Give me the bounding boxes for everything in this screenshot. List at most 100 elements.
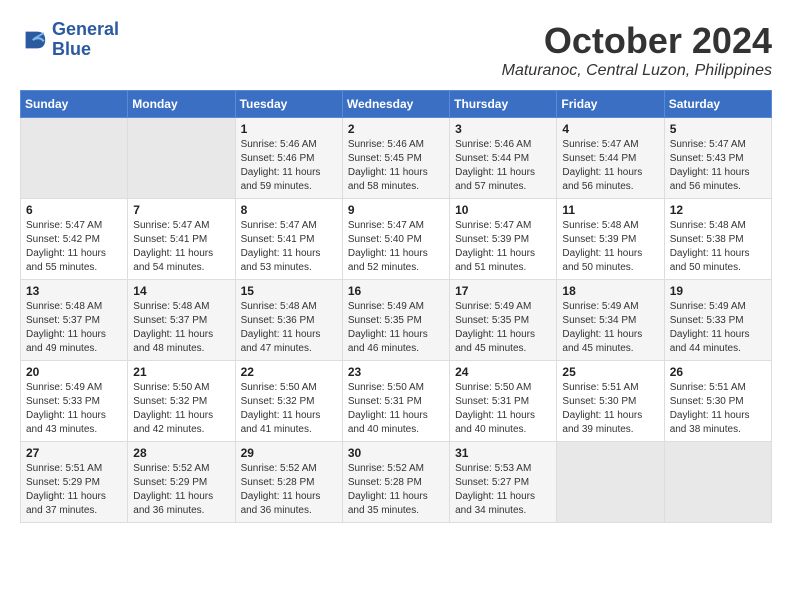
header-day-thursday: Thursday	[450, 91, 557, 118]
day-number: 17	[455, 284, 551, 298]
calendar-cell: 16 Sunrise: 5:49 AMSunset: 5:35 PMDayligh…	[342, 280, 449, 361]
calendar-cell: 22 Sunrise: 5:50 AMSunset: 5:32 PMDayligh…	[235, 361, 342, 442]
day-number: 20	[26, 365, 122, 379]
calendar-cell: 27 Sunrise: 5:51 AMSunset: 5:29 PMDayligh…	[21, 442, 128, 523]
calendar-cell: 7 Sunrise: 5:47 AMSunset: 5:41 PMDaylight…	[128, 199, 235, 280]
calendar-cell: 17 Sunrise: 5:49 AMSunset: 5:35 PMDayligh…	[450, 280, 557, 361]
calendar-cell: 12Sunrise: 5:48 AMSunset: 5:38 PMDayligh…	[664, 199, 771, 280]
day-info: Sunrise: 5:52 AMSunset: 5:29 PMDaylight:…	[133, 462, 229, 518]
day-number: 1	[241, 122, 337, 136]
day-number: 22	[241, 365, 337, 379]
day-number: 15	[241, 284, 337, 298]
day-number: 5	[670, 122, 766, 136]
calendar-cell: 25Sunrise: 5:51 AMSunset: 5:30 PMDayligh…	[557, 361, 664, 442]
day-info: Sunrise: 5:47 AMSunset: 5:43 PMDaylight:…	[670, 138, 766, 194]
day-info: Sunrise: 5:47 AMSunset: 5:40 PMDaylight:…	[348, 219, 444, 275]
day-info: Sunrise: 5:47 AMSunset: 5:42 PMDaylight:…	[26, 219, 122, 275]
logo-line1: General	[52, 20, 119, 40]
day-number: 18	[562, 284, 658, 298]
day-info: Sunrise: 5:47 AMSunset: 5:44 PMDaylight:…	[562, 138, 658, 194]
calendar-cell: 3Sunrise: 5:46 AMSunset: 5:44 PMDaylight…	[450, 118, 557, 199]
calendar-cell	[557, 442, 664, 523]
day-number: 16	[348, 284, 444, 298]
calendar-cell: 2 Sunrise: 5:46 AMSunset: 5:45 PMDaylight…	[342, 118, 449, 199]
day-info: Sunrise: 5:50 AMSunset: 5:31 PMDaylight:…	[348, 381, 444, 437]
calendar-cell: 29Sunrise: 5:52 AMSunset: 5:28 PMDayligh…	[235, 442, 342, 523]
logo-text: General Blue	[52, 20, 119, 60]
calendar-week-5: 27 Sunrise: 5:51 AMSunset: 5:29 PMDayligh…	[21, 442, 772, 523]
day-number: 3	[455, 122, 551, 136]
calendar-cell: 14 Sunrise: 5:48 AMSunset: 5:37 PMDayligh…	[128, 280, 235, 361]
calendar-cell: 4 Sunrise: 5:47 AMSunset: 5:44 PMDaylight…	[557, 118, 664, 199]
calendar-cell: 1 Sunrise: 5:46 AMSunset: 5:46 PMDaylight…	[235, 118, 342, 199]
day-info: Sunrise: 5:52 AMSunset: 5:28 PMDaylight:…	[241, 462, 337, 518]
calendar-cell: 31 Sunrise: 5:53 AMSunset: 5:27 PMDayligh…	[450, 442, 557, 523]
logo-line2: Blue	[52, 40, 119, 60]
logo: General Blue	[20, 20, 119, 60]
day-info: Sunrise: 5:48 AMSunset: 5:37 PMDaylight:…	[133, 300, 229, 356]
day-info: Sunrise: 5:46 AMSunset: 5:45 PMDaylight:…	[348, 138, 444, 194]
day-number: 4	[562, 122, 658, 136]
day-number: 11	[562, 203, 658, 217]
calendar-cell: 20Sunrise: 5:49 AMSunset: 5:33 PMDayligh…	[21, 361, 128, 442]
header-row: SundayMondayTuesdayWednesdayThursdayFrid…	[21, 91, 772, 118]
day-info: Sunrise: 5:49 AMSunset: 5:34 PMDaylight:…	[562, 300, 658, 356]
day-number: 10	[455, 203, 551, 217]
day-info: Sunrise: 5:49 AMSunset: 5:35 PMDaylight:…	[455, 300, 551, 356]
day-number: 28	[133, 446, 229, 460]
month-title: October 2024	[502, 20, 772, 62]
calendar-week-1: 1 Sunrise: 5:46 AMSunset: 5:46 PMDaylight…	[21, 118, 772, 199]
day-info: Sunrise: 5:49 AMSunset: 5:35 PMDaylight:…	[348, 300, 444, 356]
day-info: Sunrise: 5:46 AMSunset: 5:46 PMDaylight:…	[241, 138, 337, 194]
calendar-week-4: 20Sunrise: 5:49 AMSunset: 5:33 PMDayligh…	[21, 361, 772, 442]
day-info: Sunrise: 5:49 AMSunset: 5:33 PMDaylight:…	[670, 300, 766, 356]
day-number: 31	[455, 446, 551, 460]
calendar-cell	[664, 442, 771, 523]
day-number: 24	[455, 365, 551, 379]
day-info: Sunrise: 5:53 AMSunset: 5:27 PMDaylight:…	[455, 462, 551, 518]
day-number: 9	[348, 203, 444, 217]
day-number: 26	[670, 365, 766, 379]
header-day-wednesday: Wednesday	[342, 91, 449, 118]
day-number: 19	[670, 284, 766, 298]
calendar-cell: 13 Sunrise: 5:48 AMSunset: 5:37 PMDayligh…	[21, 280, 128, 361]
calendar-header: SundayMondayTuesdayWednesdayThursdayFrid…	[21, 91, 772, 118]
calendar-body: 1 Sunrise: 5:46 AMSunset: 5:46 PMDaylight…	[21, 118, 772, 523]
header-day-sunday: Sunday	[21, 91, 128, 118]
calendar-cell	[128, 118, 235, 199]
day-info: Sunrise: 5:47 AMSunset: 5:39 PMDaylight:…	[455, 219, 551, 275]
calendar-cell: 9 Sunrise: 5:47 AMSunset: 5:40 PMDaylight…	[342, 199, 449, 280]
calendar-week-2: 6 Sunrise: 5:47 AMSunset: 5:42 PMDaylight…	[21, 199, 772, 280]
calendar-cell: 5 Sunrise: 5:47 AMSunset: 5:43 PMDaylight…	[664, 118, 771, 199]
title-area: October 2024 Maturanoc, Central Luzon, P…	[502, 20, 772, 80]
day-number: 21	[133, 365, 229, 379]
calendar-cell: 30Sunrise: 5:52 AMSunset: 5:28 PMDayligh…	[342, 442, 449, 523]
calendar-cell: 18 Sunrise: 5:49 AMSunset: 5:34 PMDayligh…	[557, 280, 664, 361]
calendar-cell: 24Sunrise: 5:50 AMSunset: 5:31 PMDayligh…	[450, 361, 557, 442]
day-info: Sunrise: 5:50 AMSunset: 5:32 PMDaylight:…	[241, 381, 337, 437]
day-number: 6	[26, 203, 122, 217]
day-number: 2	[348, 122, 444, 136]
day-info: Sunrise: 5:48 AMSunset: 5:38 PMDaylight:…	[670, 219, 766, 275]
day-number: 7	[133, 203, 229, 217]
day-number: 13	[26, 284, 122, 298]
day-info: Sunrise: 5:48 AMSunset: 5:37 PMDaylight:…	[26, 300, 122, 356]
header-day-saturday: Saturday	[664, 91, 771, 118]
day-number: 23	[348, 365, 444, 379]
day-number: 27	[26, 446, 122, 460]
calendar-cell: 11Sunrise: 5:48 AMSunset: 5:39 PMDayligh…	[557, 199, 664, 280]
calendar-cell: 26Sunrise: 5:51 AMSunset: 5:30 PMDayligh…	[664, 361, 771, 442]
header-day-monday: Monday	[128, 91, 235, 118]
day-info: Sunrise: 5:47 AMSunset: 5:41 PMDaylight:…	[133, 219, 229, 275]
calendar-cell: 10 Sunrise: 5:47 AMSunset: 5:39 PMDayligh…	[450, 199, 557, 280]
day-info: Sunrise: 5:51 AMSunset: 5:29 PMDaylight:…	[26, 462, 122, 518]
calendar-cell: 15 Sunrise: 5:48 AMSunset: 5:36 PMDayligh…	[235, 280, 342, 361]
calendar-cell: 21 Sunrise: 5:50 AMSunset: 5:32 PMDayligh…	[128, 361, 235, 442]
calendar-table: SundayMondayTuesdayWednesdayThursdayFrid…	[20, 90, 772, 523]
calendar-cell: 19 Sunrise: 5:49 AMSunset: 5:33 PMDayligh…	[664, 280, 771, 361]
day-info: Sunrise: 5:51 AMSunset: 5:30 PMDaylight:…	[562, 381, 658, 437]
day-number: 14	[133, 284, 229, 298]
day-info: Sunrise: 5:50 AMSunset: 5:32 PMDaylight:…	[133, 381, 229, 437]
day-info: Sunrise: 5:52 AMSunset: 5:28 PMDaylight:…	[348, 462, 444, 518]
day-info: Sunrise: 5:48 AMSunset: 5:36 PMDaylight:…	[241, 300, 337, 356]
